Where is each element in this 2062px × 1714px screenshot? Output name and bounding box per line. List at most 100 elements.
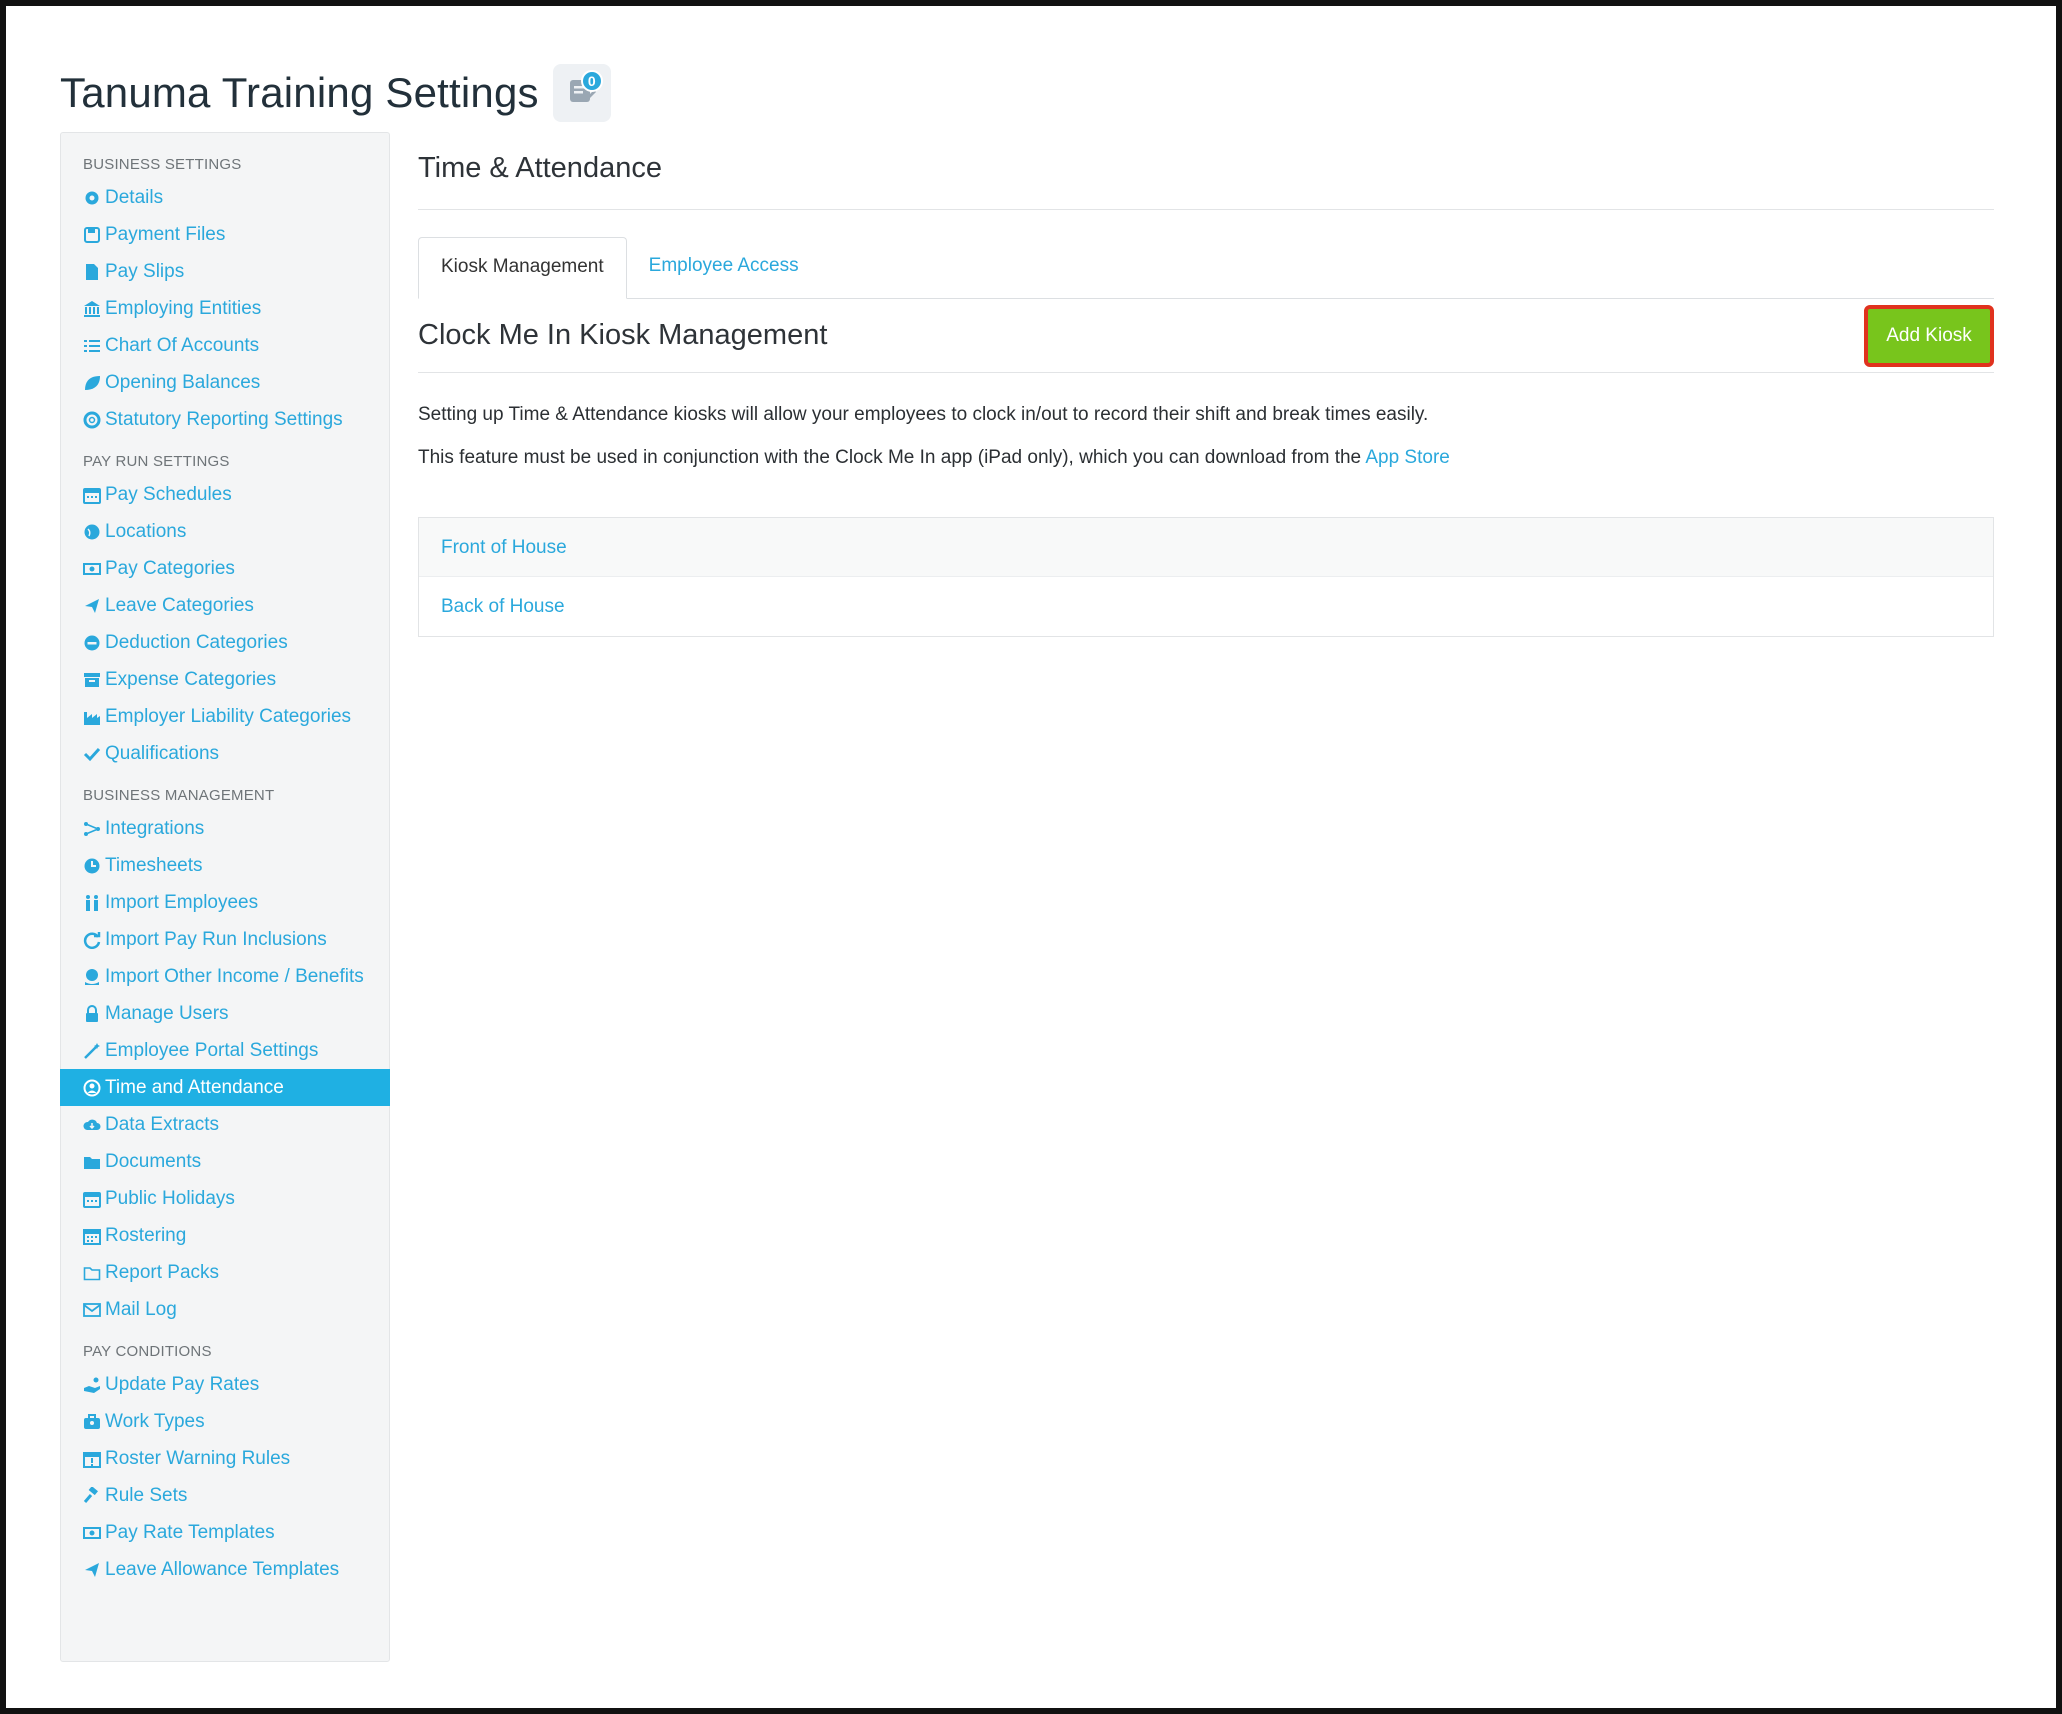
sidebar-item-label: Payment Files <box>105 224 226 245</box>
sidebar-item-label: Rostering <box>105 1225 187 1246</box>
sidebar-item-label: Import Other Income / Benefits <box>105 966 364 987</box>
sidebar-item-pay-slips[interactable]: Pay Slips <box>61 253 389 290</box>
sidebar-item-employer-liability-categories[interactable]: Employer Liability Categories <box>61 698 389 735</box>
envelope-icon <box>83 1291 105 1328</box>
sidebar-item-label: Statutory Reporting Settings <box>105 409 343 430</box>
page-header: Tanuma Training Settings 0 <box>60 64 611 122</box>
briefcase-icon <box>83 1403 105 1440</box>
sidebar-group-list: Integrations Timesheets Import Employees Im… <box>60 810 390 1328</box>
sidebar-item-import-employees[interactable]: Import Employees <box>61 884 389 921</box>
sidebar-item-documents[interactable]: Documents <box>61 1143 389 1180</box>
kiosk-item-front-of-house[interactable]: Front of House <box>419 518 1993 577</box>
clock-icon <box>83 847 105 884</box>
app-store-link[interactable]: App Store <box>1365 447 1450 468</box>
sidebar-item-import-pay-run-inclusions[interactable]: Import Pay Run Inclusions <box>61 921 389 958</box>
sidebar-item-leave-allowance-templates[interactable]: Leave Allowance Templates <box>61 1551 389 1588</box>
sidebar-group-spacer <box>61 1328 389 1340</box>
sidebar-item-employing-entities[interactable]: Employing Entities <box>61 290 389 327</box>
sidebar-item-label: Manage Users <box>105 1003 229 1024</box>
sidebar-item-rule-sets[interactable]: Rule Sets <box>61 1477 389 1514</box>
sidebar-item-chart-of-accounts[interactable]: Chart Of Accounts <box>61 327 389 364</box>
sidebar-item-rostering[interactable]: Rostering <box>61 1217 389 1254</box>
sidebar-item-label: Integrations <box>105 818 205 839</box>
sidebar-item-label: Deduction Categories <box>105 632 288 653</box>
sidebar-item-pay-categories[interactable]: Pay Categories <box>61 550 389 587</box>
sidebar-item-label: Expense Categories <box>105 669 277 690</box>
settings-sidebar: BUSINESS SETTINGS Details Payment Files Pay… <box>60 132 390 1662</box>
tab-kiosk-management[interactable]: Kiosk Management <box>418 237 627 299</box>
leaf-icon <box>83 364 105 401</box>
sidebar-item-leave-categories[interactable]: Leave Categories <box>61 587 389 624</box>
sidebar-item-employee-portal-settings[interactable]: Employee Portal Settings <box>61 1032 389 1069</box>
sidebar-item-label: Data Extracts <box>105 1114 220 1135</box>
refresh-icon <box>83 921 105 958</box>
tab-employee-access[interactable]: Employee Access <box>627 237 821 298</box>
sidebar-item-label: Mail Log <box>105 1299 177 1320</box>
sidebar-item-update-pay-rates[interactable]: Update Pay Rates <box>61 1366 389 1403</box>
sidebar-item-payment-files[interactable]: Payment Files <box>61 216 389 253</box>
magic-wand-icon <box>83 1032 105 1069</box>
app-window: Tanuma Training Settings 0 BUSINESS SETT… <box>6 6 2056 1708</box>
calendar-grid-icon <box>83 1217 105 1254</box>
sidebar-item-statutory-reporting-settings[interactable]: Statutory Reporting Settings <box>61 401 389 438</box>
money-icon <box>83 550 105 587</box>
check-icon <box>83 735 105 772</box>
people-icon <box>83 884 105 921</box>
sidebar-item-integrations[interactable]: Integrations <box>61 810 389 847</box>
sidebar-item-label: Details <box>105 187 164 208</box>
kiosk-list: Front of House Back of House <box>418 517 1994 637</box>
sidebar-item-report-packs[interactable]: Report Packs <box>61 1254 389 1291</box>
sidebar-item-label: Documents <box>105 1151 202 1172</box>
sidebar-item-label: Time and Attendance <box>105 1077 284 1098</box>
sidebar-group-list: Update Pay Rates Work Types Roster Warning… <box>61 1366 389 1588</box>
sidebar-group-list: Pay Schedules Locations Pay Categories Leav… <box>61 476 389 772</box>
sidebar-item-pay-schedules[interactable]: Pay Schedules <box>61 476 389 513</box>
lock-icon <box>83 995 105 1032</box>
sidebar-item-label: Import Employees <box>105 892 259 913</box>
gear-icon <box>83 179 105 216</box>
user-circle-icon <box>83 1069 105 1106</box>
sidebar-item-label: Import Pay Run Inclusions <box>105 929 327 950</box>
kiosk-header: Clock Me In Kiosk Management Add Kiosk <box>418 299 1994 373</box>
sidebar-item-expense-categories[interactable]: Expense Categories <box>61 661 389 698</box>
minus-circle-icon <box>83 624 105 661</box>
sidebar-item-opening-balances[interactable]: Opening Balances <box>61 364 389 401</box>
sidebar-item-qualifications[interactable]: Qualifications <box>61 735 389 772</box>
hand-coins-icon <box>83 1366 105 1403</box>
sidebar-item-work-types[interactable]: Work Types <box>61 1403 389 1440</box>
sidebar-item-import-other-income-benefits[interactable]: Import Other Income / Benefits <box>61 958 389 995</box>
sidebar-item-label: Pay Slips <box>105 261 185 282</box>
description-text: Setting up Time & Attendance kiosks will… <box>418 404 1429 425</box>
sidebar-item-label: Employee Portal Settings <box>105 1040 319 1061</box>
sidebar-item-pay-rate-templates[interactable]: Pay Rate Templates <box>61 1514 389 1551</box>
add-kiosk-button[interactable]: Add Kiosk <box>1864 304 1994 367</box>
sidebar-item-roster-warning-rules[interactable]: Roster Warning Rules <box>61 1440 389 1477</box>
sidebar-item-details[interactable]: Details <box>61 179 389 216</box>
app-requirement-text: This feature must be used in conjunction… <box>418 446 1994 470</box>
sidebar-item-manage-users[interactable]: Manage Users <box>61 995 389 1032</box>
sidebar-item-time-and-attendance[interactable]: Time and Attendance <box>60 1069 390 1106</box>
share-nodes-icon <box>83 810 105 847</box>
sidebar-item-label: Work Types <box>105 1411 205 1432</box>
list-icon <box>83 327 105 364</box>
sidebar-item-deduction-categories[interactable]: Deduction Categories <box>61 624 389 661</box>
main-content: Time & Attendance Kiosk Management Emplo… <box>418 132 1994 637</box>
sidebar-item-label: Report Packs <box>105 1262 220 1283</box>
sidebar-item-label: Locations <box>105 521 187 542</box>
sidebar-item-mail-log[interactable]: Mail Log <box>61 1291 389 1328</box>
notifications-button[interactable]: 0 <box>552 64 611 122</box>
sidebar-item-label: Rule Sets <box>105 1485 188 1506</box>
kiosk-management-title: Clock Me In Kiosk Management <box>418 319 828 351</box>
kiosk-item-back-of-house[interactable]: Back of House <box>419 577 1993 636</box>
section-title: Time & Attendance <box>418 132 1994 210</box>
sidebar-item-public-holidays[interactable]: Public Holidays <box>61 1180 389 1217</box>
page-title: Tanuma Training Settings <box>60 69 539 116</box>
sidebar-item-label: Leave Categories <box>105 595 254 616</box>
sidebar-item-locations[interactable]: Locations <box>61 513 389 550</box>
sidebar-item-label: Employing Entities <box>105 298 262 319</box>
sidebar-item-label: Chart Of Accounts <box>105 335 260 356</box>
tab-bar: Kiosk Management Employee Access <box>418 237 1994 299</box>
sidebar-item-timesheets[interactable]: Timesheets <box>61 847 389 884</box>
sidebar-item-data-extracts[interactable]: Data Extracts <box>61 1106 389 1143</box>
sidebar-item-label: Pay Categories <box>105 558 235 579</box>
